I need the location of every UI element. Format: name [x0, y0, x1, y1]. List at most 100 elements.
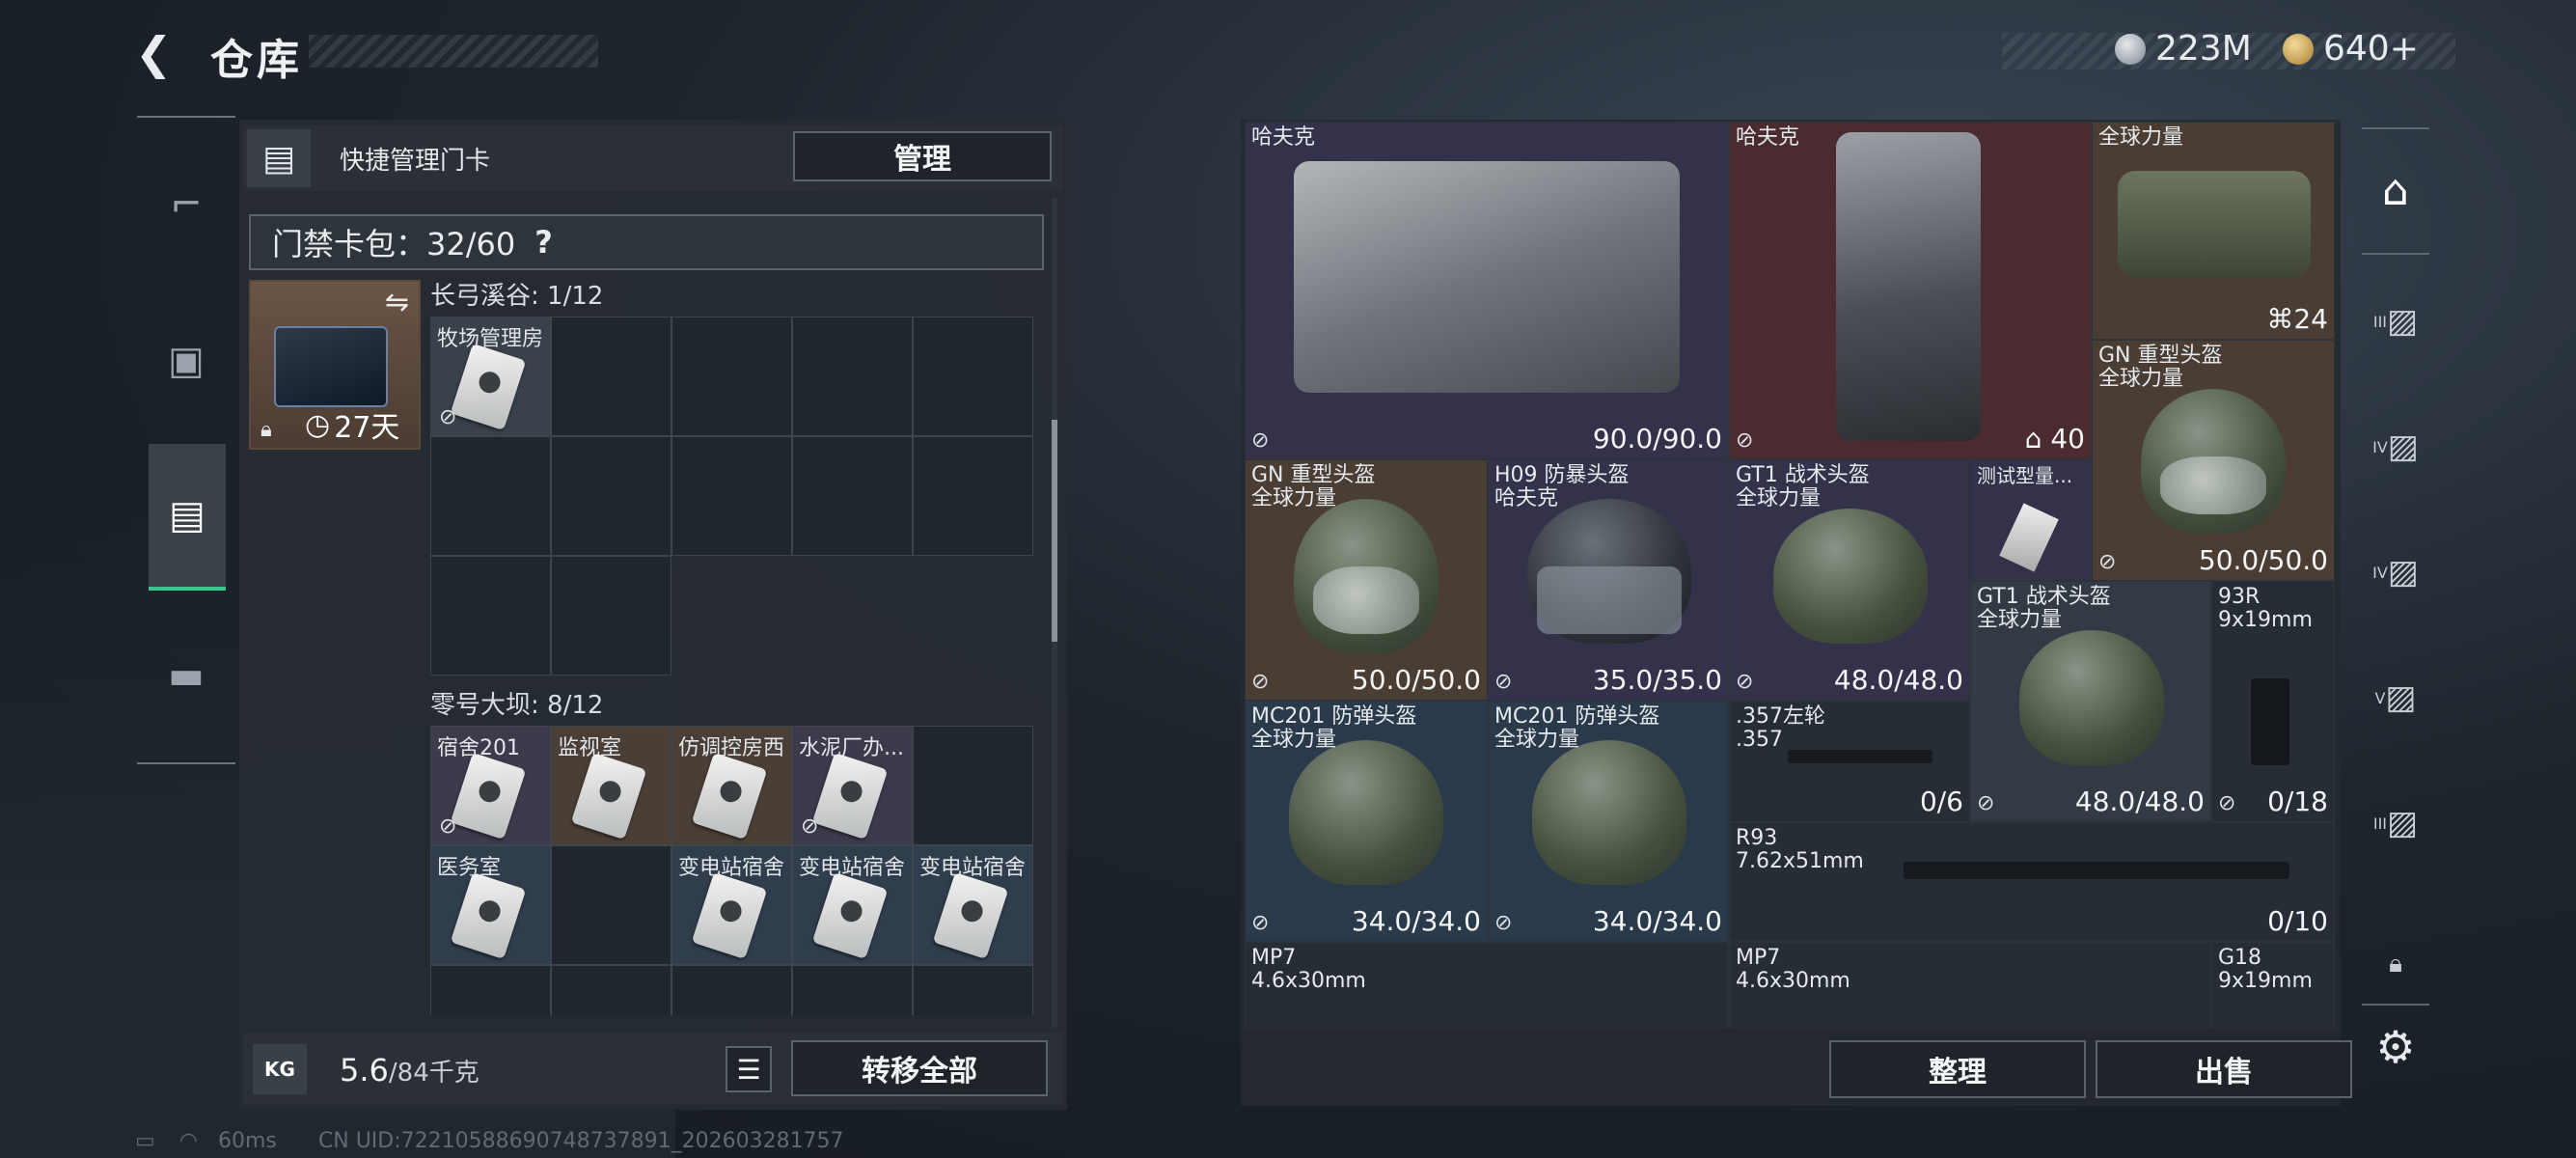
- backpack-capacity-icon: ⌂: [2024, 423, 2042, 455]
- storage-item-vest[interactable]: 哈夫克 ⊘ 90.0/90.0: [1245, 122, 1729, 459]
- keycard-scrollbar[interactable]: [1052, 198, 1057, 1028]
- storage-item-helmet[interactable]: H09 防暴头盔 哈夫克 ⊘ 35.0/35.0: [1488, 459, 1729, 701]
- storage-expansion-icon[interactable]: III ▨: [2354, 280, 2437, 363]
- keycard-name: 水泥厂办...: [799, 736, 904, 760]
- helmet-image: [2019, 630, 2164, 765]
- quick-manage-label: 快捷管理门卡: [340, 147, 491, 176]
- storage-expansion-icon[interactable]: V ▨: [2354, 656, 2437, 739]
- keycard-bag-icon: ▤: [169, 493, 206, 538]
- pistol-icon: ⌐: [170, 182, 203, 227]
- empty-slot[interactable]: [551, 556, 671, 676]
- nav-keycard-bag[interactable]: ▤: [149, 444, 226, 591]
- item-name: H09 防暴头盔 哈夫克: [1494, 463, 1630, 510]
- storage-item-pistol[interactable]: G18 9x19mm: [2211, 942, 2335, 1029]
- empty-slot[interactable]: [792, 317, 913, 436]
- empty-slot[interactable]: [671, 965, 792, 1015]
- item-name: MC201 防弹头盔 全球力量: [1494, 704, 1660, 752]
- item-ammo: 0/18: [2267, 786, 2328, 817]
- storage-item-helmet[interactable]: GN 重型头盔 全球力量 ⊘ 50.0/50.0: [2092, 340, 2335, 581]
- untradeable-icon: ⊘: [439, 405, 457, 429]
- keycard-slot[interactable]: 仿调控房西: [671, 726, 792, 845]
- storage-expansion-icon[interactable]: IV ▨: [2354, 405, 2437, 488]
- storage-item-smg[interactable]: MP7 4.6x30mm: [1245, 942, 1729, 1029]
- gold-coin-icon: [2283, 33, 2314, 65]
- storage-expansion-icon[interactable]: IV ▨: [2354, 531, 2437, 614]
- empty-slot[interactable]: [551, 317, 671, 436]
- bag-capacity-text: 门禁卡包：32/60: [272, 226, 516, 262]
- storage-expansion-icon[interactable]: III ▨: [2354, 782, 2437, 865]
- toolbox-icon: ▬: [168, 653, 205, 698]
- storage-item-helmet[interactable]: GT1 战术头盔 全球力量 ⊘ 48.0/48.0: [1729, 459, 1970, 701]
- untradeable-icon: ⊘: [801, 814, 819, 839]
- scroll-thumb[interactable]: [1052, 420, 1057, 642]
- storage-item-misc[interactable]: 测试型量...: [1970, 459, 2092, 581]
- nav-weapon[interactable]: ⌐: [145, 158, 228, 251]
- item-durability: 50.0/50.0: [2198, 544, 2328, 576]
- storage-item-rifle[interactable]: R93 7.62x51mm 0/10: [1729, 822, 2335, 942]
- empty-slot[interactable]: [792, 436, 913, 556]
- storage-item-helmet[interactable]: MC201 防弹头盔 全球力量 ⊘ 34.0/34.0: [1245, 701, 1488, 942]
- nav-divider: [137, 762, 235, 764]
- item-durability: 90.0/90.0: [1592, 423, 1722, 455]
- keycard-slot[interactable]: 水泥厂办... ⊘: [792, 726, 913, 845]
- empty-slot[interactable]: [792, 965, 913, 1015]
- selected-keycard[interactable]: ⇋ 🔒︎ ◷ 27天: [249, 280, 421, 450]
- untradeable-icon: ⊘: [1494, 670, 1513, 694]
- keycard-slot[interactable]: 变电站宿舍: [792, 845, 913, 965]
- storage-item-helmet[interactable]: GT1 战术头盔 全球力量 ⊘ 48.0/48.0: [1970, 581, 2211, 822]
- empty-slot[interactable]: [551, 436, 671, 556]
- keycard-image: [570, 752, 647, 841]
- keycard-name: 医务室: [437, 856, 502, 880]
- keycard-slot[interactable]: 医务室: [430, 845, 551, 965]
- nav-supplies[interactable]: ▬: [145, 629, 228, 722]
- storage-item-helmet[interactable]: MC201 防弹头盔 全球力量 ⊘ 34.0/34.0: [1488, 701, 1729, 942]
- empty-slot[interactable]: [913, 965, 1033, 1015]
- helmet-visor: [1313, 566, 1419, 634]
- item-image: [1999, 503, 2059, 572]
- untradeable-icon: ⊘: [1251, 670, 1270, 694]
- currency-silver[interactable]: 223M: [2115, 29, 2252, 69]
- manage-button[interactable]: 管理: [793, 131, 1052, 181]
- wifi-icon: ◠: [178, 1129, 198, 1153]
- empty-slot[interactable]: [671, 317, 792, 436]
- keycard-image: [450, 752, 527, 841]
- lock-icon[interactable]: 🔒︎: [2354, 923, 2437, 1006]
- keycard-slot[interactable]: 变电站宿舍: [671, 845, 792, 965]
- currency-gold[interactable]: 640+: [2283, 29, 2419, 69]
- storage-item-pistol[interactable]: 93R 9x19mm ⊘ 0/18: [2211, 581, 2335, 822]
- empty-slot[interactable]: [430, 436, 551, 556]
- keycard-slot[interactable]: 牧场管理房 ⊘: [430, 317, 551, 436]
- storage-item-smg[interactable]: MP7 4.6x30mm: [1729, 942, 2211, 1029]
- empty-slot[interactable]: [551, 845, 671, 965]
- swap-icon[interactable]: ⇋: [385, 286, 409, 319]
- empty-slot[interactable]: [430, 556, 551, 676]
- sort-button[interactable]: 整理: [1829, 1040, 2086, 1098]
- keycard-slot[interactable]: 变电站宿舍: [913, 845, 1033, 965]
- item-name: 哈夫克: [1736, 125, 1800, 150]
- nav-equipment[interactable]: ▣: [145, 315, 228, 407]
- keycard-image: [450, 871, 527, 960]
- list-view-icon[interactable]: ☰: [726, 1046, 772, 1092]
- empty-slot[interactable]: [671, 436, 792, 556]
- help-icon[interactable]: ?: [534, 224, 553, 261]
- main-storage-icon[interactable]: ⌂: [2354, 149, 2437, 232]
- empty-slot[interactable]: [430, 965, 551, 1015]
- keycard-name: 变电站宿舍: [799, 856, 906, 880]
- keycard-image: [691, 752, 768, 841]
- back-arrow-icon[interactable]: ❮: [135, 29, 183, 77]
- empty-slot[interactable]: [913, 317, 1033, 436]
- storage-item-revolver[interactable]: .357左轮 .357 0/6: [1729, 701, 1970, 822]
- currency-value: 640+: [2323, 29, 2419, 69]
- empty-slot[interactable]: [913, 436, 1033, 556]
- item-name: 哈夫克: [1251, 125, 1316, 150]
- keycard-slot[interactable]: 宿舍201 ⊘: [430, 726, 551, 845]
- storage-item-vest[interactable]: 哈夫克 ⊘ ⌂ 40: [1729, 122, 2092, 459]
- empty-slot[interactable]: [913, 726, 1033, 845]
- transfer-all-button[interactable]: 转移全部: [791, 1040, 1048, 1096]
- storage-item-bag[interactable]: 全球力量 ⌘24: [2092, 122, 2335, 340]
- storage-item-helmet[interactable]: GN 重型头盔 全球力量 ⊘ 50.0/50.0: [1245, 459, 1488, 701]
- empty-slot[interactable]: [551, 965, 671, 1015]
- keycard-slot[interactable]: 监视室: [551, 726, 671, 845]
- gear-icon[interactable]: ⚙: [2354, 1006, 2437, 1089]
- sell-button[interactable]: 出售: [2096, 1040, 2352, 1098]
